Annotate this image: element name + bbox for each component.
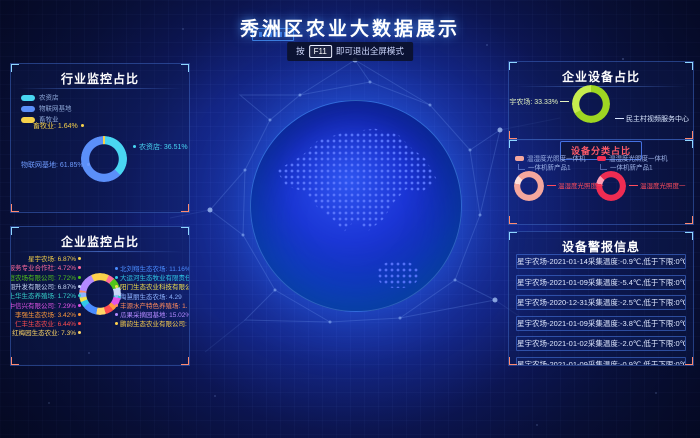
device-class-legend: 温湿度光照度一体机一体机新产品1 [597,154,668,172]
chart-callout: 温湿度光照度一 [547,180,604,190]
chart-callout: 物联网基地: 61.85% [21,160,90,170]
alarm-row: 星宇农场-2021-01-09采集温度:-3.8℃,低于下限:0℃ [516,316,686,331]
connector-line-icon [600,164,607,170]
title-divider [17,88,183,89]
enterprise-chart-label: 红梅园生态农业: 7.3% [12,327,81,337]
corner-bracket-icon [181,63,190,72]
corner-bracket-icon [685,61,694,70]
dashboard-root: 秀洲区农业大数据展示 按 F11 即可退出全屏模式 行业监控占比 农资店物联网基地畜… [0,0,700,438]
alarm-row: 星宇农场-2021-01-14采集温度:-0.9℃,低于下限:0℃ [516,254,686,269]
corner-bracket-icon [10,226,19,235]
device-legend-label: 一体机新产品1 [528,164,571,171]
chart-callout: 农资店: 36.51% [133,142,188,152]
device-legend-label: 一体机新产品1 [610,164,653,171]
device-donut-chart[interactable] [572,85,610,123]
device-legend-label: 温湿度光照度一体机 [609,155,668,162]
panel-enterprise-ratio: 企业监控占比 星宇农场: 6.87%社建服务专业合作社: 4.72%家庭农场有限… [10,226,190,366]
panel-device-classification: 设备分类占比 温湿度光照度一体机一体机新产品1 温湿度光照度一体机一体机新产品1… [508,139,694,225]
page-title: 秀洲区农业大数据展示 [0,14,700,41]
corner-bracket-icon [10,357,19,366]
corner-bracket-icon [181,204,190,213]
corner-bracket-icon [508,216,517,225]
corner-bracket-icon [508,231,517,240]
alarm-list: 星宇农场-2021-01-14采集温度:-0.9℃,低于下限:0℃ 星宇农场-20… [516,254,686,366]
legend-item: 物联网基地 [21,103,72,114]
corner-bracket-icon [508,61,517,70]
corner-bracket-icon [685,139,694,148]
chart-callout: 民主村视频服务中心 [615,114,689,124]
industry-donut-chart[interactable] [81,136,127,182]
legend-item: 农资店 [21,92,72,103]
panel-title: 企业设备占比 [509,68,693,85]
fullscreen-hint: 按 F11 即可退出全屏模式 [287,42,413,61]
legend-swatch-icon [597,156,606,161]
device-legend-item: 温湿度光照度一体机 [597,154,668,163]
corner-bracket-icon [685,216,694,225]
connector-line-icon [518,164,525,170]
corner-bracket-icon [508,357,517,366]
alarm-row: 星宇农场-2020-12-31采集温度:-2.5℃,低于下限:0℃ [516,295,686,310]
corner-bracket-icon [685,357,694,366]
legend-swatch-icon [21,106,35,112]
enterprise-chart-label: 鹏韵生态农业有限公司: 6.87 [115,318,190,328]
alarm-row: 星宇农场-2021-01-09采集温度:-5.4℃,低于下限:0℃ [516,275,686,290]
device-class-legend: 温湿度光照度一体机一体机新产品1 [515,154,586,172]
hint-suffix: 即可退出全屏模式 [336,46,404,56]
panel-industry-ratio: 行业监控占比 农资店物联网基地畜牧业 畜牧业: 1.64% 农资店: 36.51… [10,63,190,213]
title-divider [17,251,183,252]
title-divider [515,86,687,87]
device-legend-label: 温湿度光照度一体机 [527,155,586,162]
legend-label: 物联网基地 [39,105,72,112]
hint-prefix: 按 [296,46,305,56]
legend-swatch-icon [21,95,35,101]
chart-callout: 温湿度光照度一 [629,180,686,190]
panel-title: 设备警报信息 [509,238,693,255]
chart-callout: 星宇农场: 33.33% [508,97,569,107]
f11-key-badge: F11 [309,45,332,58]
corner-bracket-icon [685,231,694,240]
corner-bracket-icon [10,204,19,213]
alarm-row: 星宇农场-2021-01-09采集温度:-0.9℃,低于下限:0℃ [516,357,686,367]
legend-swatch-icon [515,156,524,161]
legend-label: 农资店 [39,94,59,101]
panel-title: 行业监控占比 [11,70,189,87]
panel-device-alarms: 设备警报信息 星宇农场-2021-01-14采集温度:-0.9℃,低于下限:0℃… [508,231,694,366]
corner-bracket-icon [508,139,517,148]
corner-bracket-icon [181,357,190,366]
alarm-row: 星宇农场-2021-01-02采集温度:-2.0℃,低于下限:0℃ [516,336,686,351]
device-class-donut-left[interactable] [514,171,544,201]
device-legend-item: 温湿度光照度一体机 [515,154,586,163]
panel-device-ratio: 企业设备占比 星宇农场: 33.33% 民主村视频服务中心 [508,61,694,140]
chart-callout: 畜牧业: 1.64% [33,121,84,131]
corner-bracket-icon [10,63,19,72]
corner-bracket-icon [181,226,190,235]
panel-title: 企业监控占比 [11,233,189,250]
